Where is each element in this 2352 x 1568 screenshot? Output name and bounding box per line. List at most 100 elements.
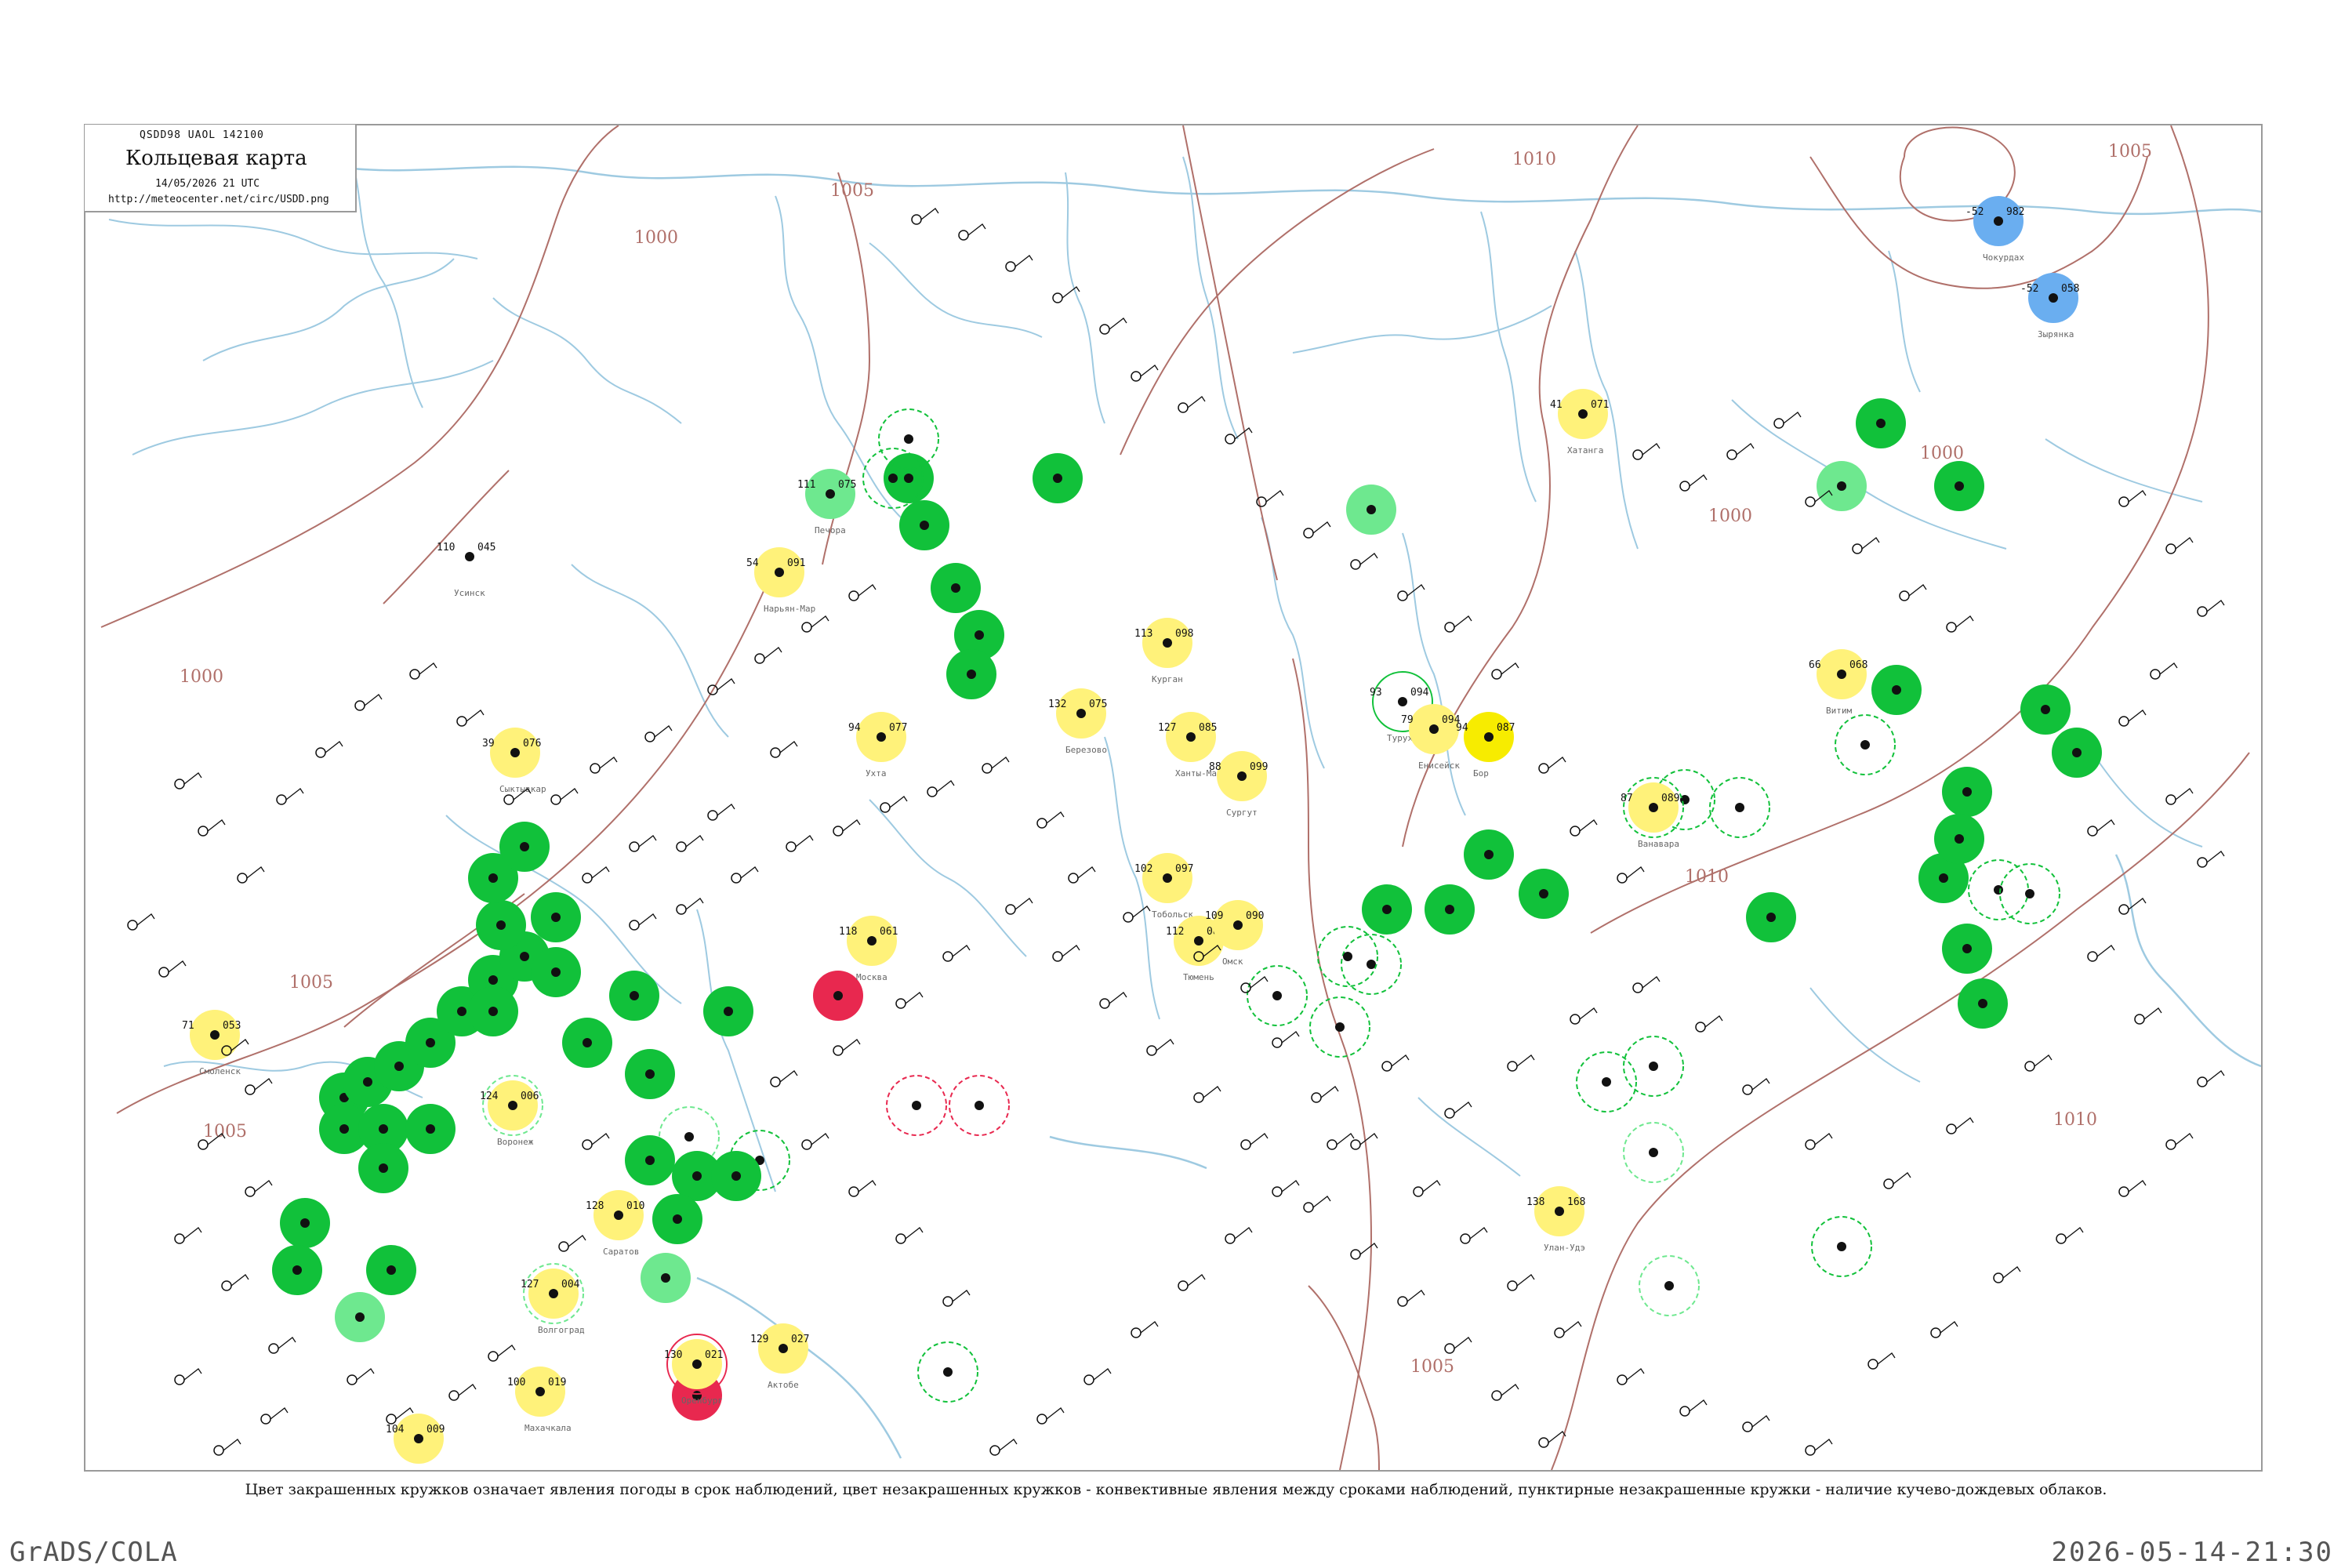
station-marker[interactable] xyxy=(2020,684,2071,735)
station-symbol[interactable] xyxy=(1052,292,1063,303)
station-symbol[interactable] xyxy=(1178,1280,1189,1291)
station-marker[interactable] xyxy=(1341,934,1402,995)
station-symbol[interactable] xyxy=(2087,826,2098,837)
station-marker[interactable] xyxy=(1309,996,1370,1058)
station-symbol[interactable] xyxy=(409,669,420,680)
station-symbol[interactable] xyxy=(1272,1037,1283,1048)
station-marker[interactable] xyxy=(1534,1186,1584,1236)
station-marker[interactable] xyxy=(1817,649,1867,699)
station-symbol[interactable] xyxy=(1773,418,1784,429)
station-marker[interactable] xyxy=(1968,859,2029,920)
station-marker[interactable] xyxy=(1519,869,1569,919)
station-symbol[interactable] xyxy=(895,1233,906,1244)
station-symbol[interactable] xyxy=(2056,1233,2067,1244)
station-symbol[interactable] xyxy=(1867,1359,1878,1370)
station-marker[interactable] xyxy=(847,916,897,966)
station-marker[interactable] xyxy=(405,1104,456,1154)
station-symbol[interactable] xyxy=(1381,1061,1392,1072)
station-symbol[interactable] xyxy=(1805,496,1816,507)
station-symbol[interactable] xyxy=(1225,434,1236,445)
station-marker[interactable] xyxy=(949,1075,1010,1136)
station-symbol[interactable] xyxy=(942,951,953,962)
station-symbol[interactable] xyxy=(1052,951,1063,962)
station-symbol[interactable] xyxy=(1930,1327,1941,1338)
station-symbol[interactable] xyxy=(1397,590,1408,601)
station-marker[interactable] xyxy=(1362,884,1412,935)
station-symbol[interactable] xyxy=(2165,543,2176,554)
station-symbol[interactable] xyxy=(2197,857,2208,868)
station-symbol[interactable] xyxy=(801,1139,812,1150)
station-marker[interactable] xyxy=(1746,892,1796,942)
station-symbol[interactable] xyxy=(221,1280,232,1291)
station-marker[interactable] xyxy=(1409,704,1459,754)
station-marker[interactable] xyxy=(515,1367,565,1417)
station-symbol[interactable] xyxy=(1240,982,1251,993)
station-marker[interactable] xyxy=(2052,728,2102,778)
station-marker[interactable] xyxy=(1999,863,2060,924)
station-symbol[interactable] xyxy=(174,1233,185,1244)
station-marker[interactable] xyxy=(1346,485,1396,535)
station-symbol[interactable] xyxy=(347,1374,358,1385)
station-marker[interactable] xyxy=(946,649,996,699)
station-marker[interactable] xyxy=(531,947,581,997)
station-marker[interactable] xyxy=(805,469,855,519)
station-symbol[interactable] xyxy=(1805,1445,1816,1456)
station-symbol[interactable] xyxy=(731,873,742,884)
station-symbol[interactable] xyxy=(503,794,514,805)
station-marker[interactable] xyxy=(190,1010,240,1060)
station-symbol[interactable] xyxy=(1883,1178,1894,1189)
station-marker[interactable] xyxy=(468,986,518,1036)
station-marker[interactable] xyxy=(1958,978,2008,1029)
station-marker[interactable] xyxy=(1709,777,1770,838)
station-symbol[interactable] xyxy=(1350,1249,1361,1260)
station-symbol[interactable] xyxy=(982,763,993,774)
station-symbol[interactable] xyxy=(989,1445,1000,1456)
station-symbol[interactable] xyxy=(1679,1406,1690,1417)
station-symbol[interactable] xyxy=(158,967,169,978)
station-symbol[interactable] xyxy=(1946,1123,1957,1134)
station-symbol[interactable] xyxy=(276,794,287,805)
station-symbol[interactable] xyxy=(245,1186,256,1197)
station-symbol[interactable] xyxy=(2165,1139,2176,1150)
station-symbol[interactable] xyxy=(2134,1014,2145,1025)
station-symbol[interactable] xyxy=(245,1084,256,1095)
station-marker[interactable] xyxy=(1856,398,1906,448)
station-symbol[interactable] xyxy=(1695,1022,1706,1033)
station-symbol[interactable] xyxy=(1311,1092,1322,1103)
station-symbol[interactable] xyxy=(1899,590,1910,601)
station-marker[interactable] xyxy=(482,1075,543,1136)
station-symbol[interactable] xyxy=(1005,904,1016,915)
station-marker[interactable] xyxy=(2028,273,2078,323)
station-symbol[interactable] xyxy=(927,786,938,797)
station-marker[interactable] xyxy=(899,500,949,550)
station-symbol[interactable] xyxy=(2118,496,2129,507)
station-symbol[interactable] xyxy=(786,841,797,852)
station-marker[interactable] xyxy=(1973,196,2024,246)
station-marker[interactable] xyxy=(1033,453,1083,503)
station-marker[interactable] xyxy=(856,712,906,762)
station-marker[interactable] xyxy=(499,822,550,872)
station-marker[interactable] xyxy=(476,900,526,950)
station-symbol[interactable] xyxy=(1131,371,1142,382)
station-marker[interactable] xyxy=(1464,712,1514,762)
station-symbol[interactable] xyxy=(1413,1186,1424,1197)
station-symbol[interactable] xyxy=(644,731,655,742)
station-symbol[interactable] xyxy=(354,700,365,711)
station-marker[interactable] xyxy=(666,1334,728,1395)
station-marker[interactable] xyxy=(1835,714,1896,775)
station-marker[interactable] xyxy=(1871,665,1922,715)
station-symbol[interactable] xyxy=(2150,669,2161,680)
station-symbol[interactable] xyxy=(1538,763,1549,774)
station-symbol[interactable] xyxy=(1146,1045,1157,1056)
station-symbol[interactable] xyxy=(488,1351,499,1362)
station-marker[interactable] xyxy=(1213,900,1263,950)
station-marker[interactable] xyxy=(1576,1051,1637,1112)
station-symbol[interactable] xyxy=(456,716,467,727)
station-symbol[interactable] xyxy=(833,1045,844,1056)
station-symbol[interactable] xyxy=(2024,1061,2035,1072)
station-marker[interactable] xyxy=(1142,618,1192,668)
station-symbol[interactable] xyxy=(707,810,718,821)
station-marker[interactable] xyxy=(490,728,540,778)
station-symbol[interactable] xyxy=(1570,1014,1581,1025)
station-marker[interactable] xyxy=(1425,884,1475,935)
